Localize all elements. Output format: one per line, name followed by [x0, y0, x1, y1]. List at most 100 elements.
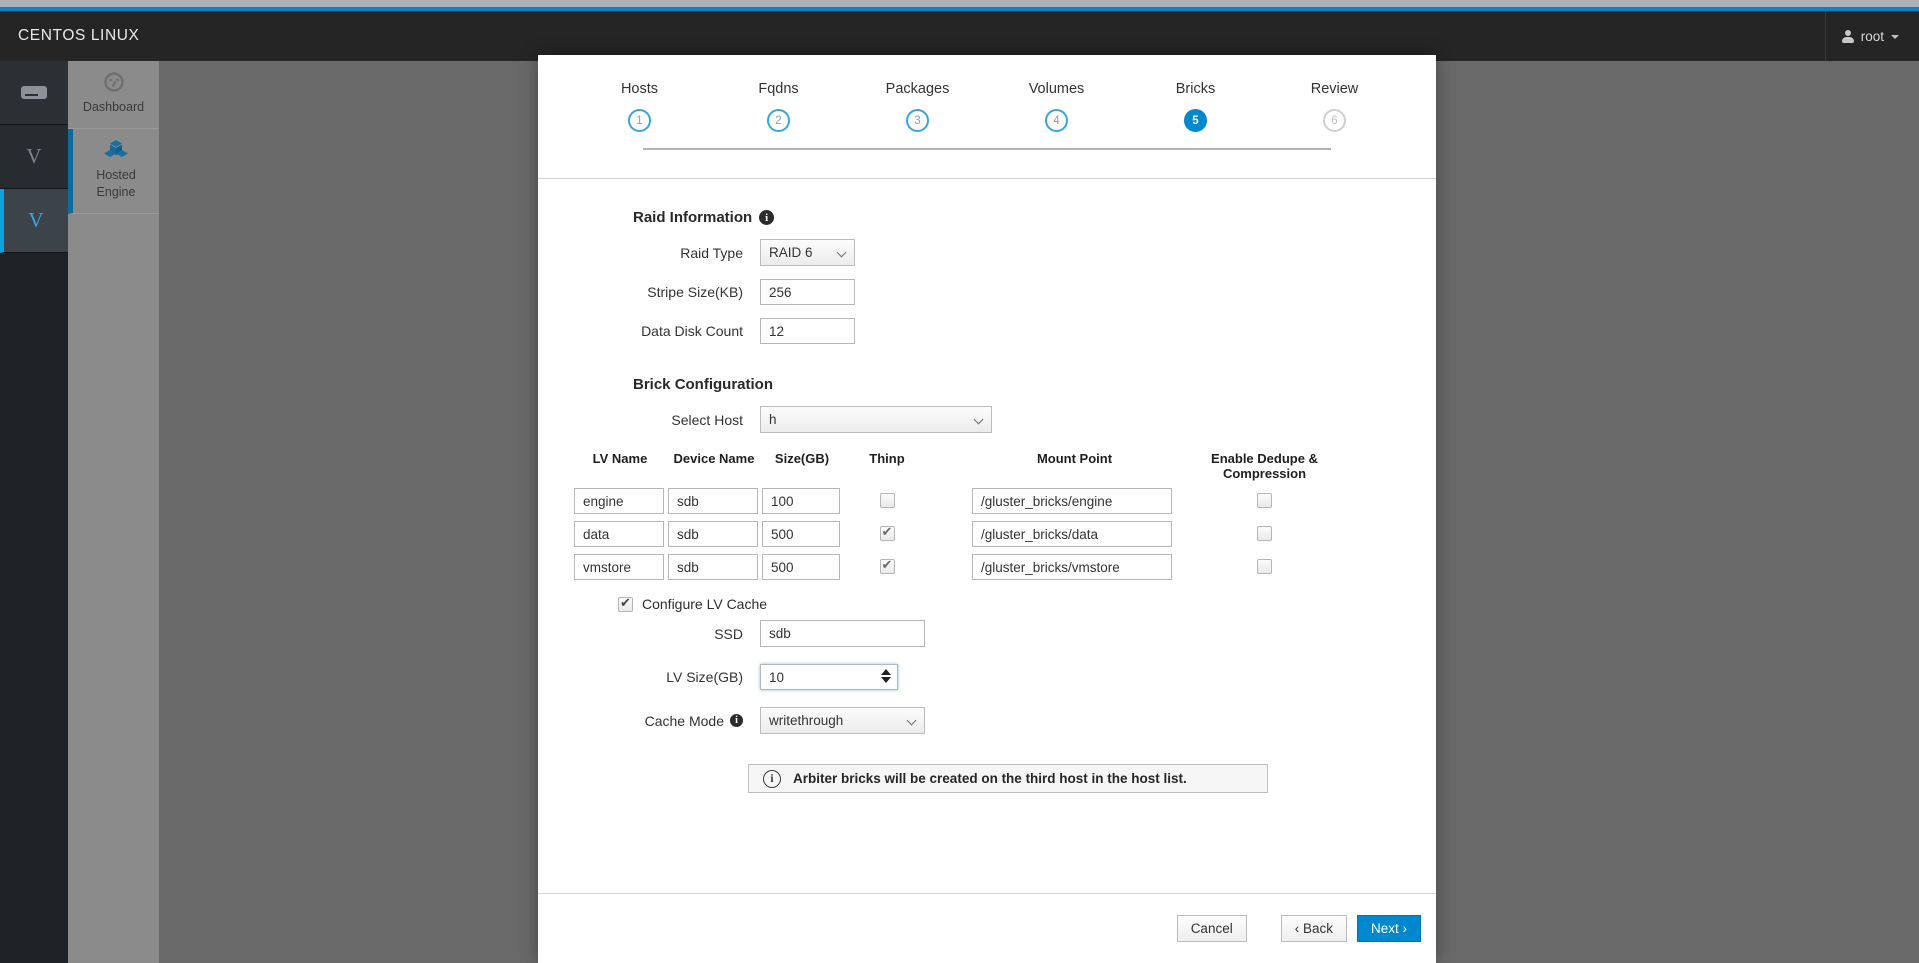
info-circle-icon: i — [763, 770, 781, 788]
rail-item-host-1[interactable]: V — [0, 125, 68, 189]
stepper-track — [643, 148, 1331, 150]
select-host-label: Select Host — [538, 412, 760, 428]
raid-information-heading: Raid Information i — [633, 209, 1436, 226]
lv-name-input[interactable] — [574, 488, 664, 514]
data-disk-count-label: Data Disk Count — [538, 323, 760, 339]
lv-size-label: LV Size(GB) — [538, 669, 760, 685]
size-input[interactable] — [762, 488, 840, 514]
lv-size-stepper[interactable] — [760, 664, 898, 690]
wizard-step-hosts[interactable]: Hosts 1 — [570, 81, 709, 132]
select-host-select[interactable]: h — [760, 406, 992, 433]
step-label: Review — [1265, 81, 1404, 97]
data-disk-count-input[interactable] — [760, 318, 855, 344]
step-number[interactable]: 2 — [767, 109, 790, 132]
cache-mode-value: writethrough — [769, 713, 843, 728]
cache-mode-row: Cache Mode i writethrough — [538, 707, 1436, 734]
data-disk-count-row: Data Disk Count — [538, 318, 1436, 344]
configure-lv-cache-checkbox[interactable] — [618, 597, 633, 612]
step-label: Packages — [848, 81, 987, 97]
rail-item-host-2[interactable]: V — [0, 189, 68, 253]
column-header-device-name: Device Name — [668, 451, 760, 481]
chevron-up-icon[interactable] — [881, 669, 891, 675]
ssd-input[interactable] — [760, 620, 925, 647]
step-number[interactable]: 4 — [1045, 109, 1068, 132]
lv-name-input[interactable] — [574, 554, 664, 580]
size-input[interactable] — [762, 521, 840, 547]
ssd-row: SSD — [538, 620, 1436, 647]
wizard-step-fqdns[interactable]: Fqdns 2 — [709, 81, 848, 132]
sidebar-item-hosted-engine[interactable]: Hosted Engine — [68, 129, 159, 214]
bricks-wizard-dialog: Hosts 1 Fqdns 2 Packages 3 Volumes 4 Bri… — [538, 55, 1436, 963]
info-icon[interactable]: i — [730, 714, 743, 727]
device-name-input[interactable] — [668, 554, 758, 580]
cache-mode-label-wrap: Cache Mode i — [538, 713, 760, 729]
cache-mode-label: Cache Mode — [645, 713, 724, 729]
sidebar-item-dashboard[interactable]: Dashboard — [68, 61, 159, 129]
cubes-icon — [103, 139, 129, 161]
brick-table-header: LV Name Device Name Size(GB) Thinp Mount… — [574, 451, 1400, 481]
wizard-step-review[interactable]: Review 6 — [1265, 81, 1404, 132]
lv-name-input[interactable] — [574, 521, 664, 547]
dedupe-checkbox[interactable] — [1257, 559, 1272, 574]
mount-point-input[interactable] — [972, 488, 1172, 514]
step-number[interactable]: 1 — [628, 109, 651, 132]
lv-size-row: LV Size(GB) — [538, 664, 1436, 690]
select-host-value: h — [769, 412, 777, 427]
next-button[interactable]: Next › — [1357, 915, 1421, 942]
rail-item-label: V — [26, 144, 41, 169]
rail-item-server[interactable] — [0, 61, 68, 125]
device-name-input[interactable] — [668, 521, 758, 547]
user-name-label: root — [1861, 29, 1884, 44]
wizard-body: Raid Information i Raid Type RAID 6 Stri… — [538, 179, 1436, 893]
step-number[interactable]: 5 — [1184, 109, 1207, 132]
sidebar-item-label: Dashboard — [83, 100, 144, 114]
column-header-lv-name: LV Name — [574, 451, 666, 481]
raid-type-value: RAID 6 — [769, 245, 813, 260]
mount-point-input[interactable] — [972, 554, 1172, 580]
configure-lv-cache-label: Configure LV Cache — [642, 596, 767, 612]
column-header-size: Size(GB) — [762, 451, 842, 481]
column-header-mount-point: Mount Point — [972, 451, 1177, 481]
step-number[interactable]: 3 — [906, 109, 929, 132]
spinner-buttons[interactable] — [881, 669, 891, 683]
step-label: Bricks — [1126, 81, 1265, 97]
select-host-row: Select Host h — [538, 406, 1436, 433]
wizard-stepper: Hosts 1 Fqdns 2 Packages 3 Volumes 4 Bri… — [538, 55, 1436, 179]
chevron-down-icon[interactable] — [881, 677, 891, 683]
chevron-down-icon — [1891, 35, 1899, 39]
table-row — [574, 521, 1400, 547]
device-name-input[interactable] — [668, 488, 758, 514]
chevron-down-icon — [907, 716, 917, 726]
user-menu-button[interactable]: root — [1826, 11, 1919, 61]
cancel-button[interactable]: Cancel — [1177, 915, 1247, 942]
thinp-checkbox[interactable] — [880, 559, 895, 574]
size-input[interactable] — [762, 554, 840, 580]
brick-configuration-heading: Brick Configuration — [633, 376, 1436, 393]
info-icon[interactable]: i — [759, 210, 774, 225]
table-row — [574, 488, 1400, 514]
raid-type-select[interactable]: RAID 6 — [760, 239, 855, 266]
sidebar-item-label: Hosted Engine — [96, 168, 136, 199]
step-label: Fqdns — [709, 81, 848, 97]
raid-type-label: Raid Type — [538, 245, 760, 261]
arbiter-info-text: Arbiter bricks will be created on the th… — [793, 771, 1187, 786]
wizard-step-packages[interactable]: Packages 3 — [848, 81, 987, 132]
dedupe-checkbox[interactable] — [1257, 493, 1272, 508]
navbar-right: root — [1825, 11, 1919, 61]
column-header-thinp: Thinp — [842, 451, 932, 481]
step-number[interactable]: 6 — [1323, 109, 1346, 132]
ssd-label: SSD — [538, 626, 760, 642]
thinp-checkbox[interactable] — [880, 526, 895, 541]
mount-point-input[interactable] — [972, 521, 1172, 547]
column-header-dedupe: Enable Dedupe & Compression — [1202, 451, 1327, 481]
user-icon — [1842, 30, 1854, 43]
back-button[interactable]: ‹ Back — [1281, 915, 1347, 942]
lv-size-input[interactable] — [760, 664, 898, 690]
wizard-step-volumes[interactable]: Volumes 4 — [987, 81, 1126, 132]
cache-mode-select[interactable]: writethrough — [760, 707, 925, 734]
dedupe-checkbox[interactable] — [1257, 526, 1272, 541]
thinp-checkbox[interactable] — [880, 493, 895, 508]
wizard-step-bricks[interactable]: Bricks 5 — [1126, 81, 1265, 132]
configure-lv-cache-row[interactable]: Configure LV Cache — [618, 596, 1436, 612]
stripe-size-input[interactable] — [760, 279, 855, 305]
